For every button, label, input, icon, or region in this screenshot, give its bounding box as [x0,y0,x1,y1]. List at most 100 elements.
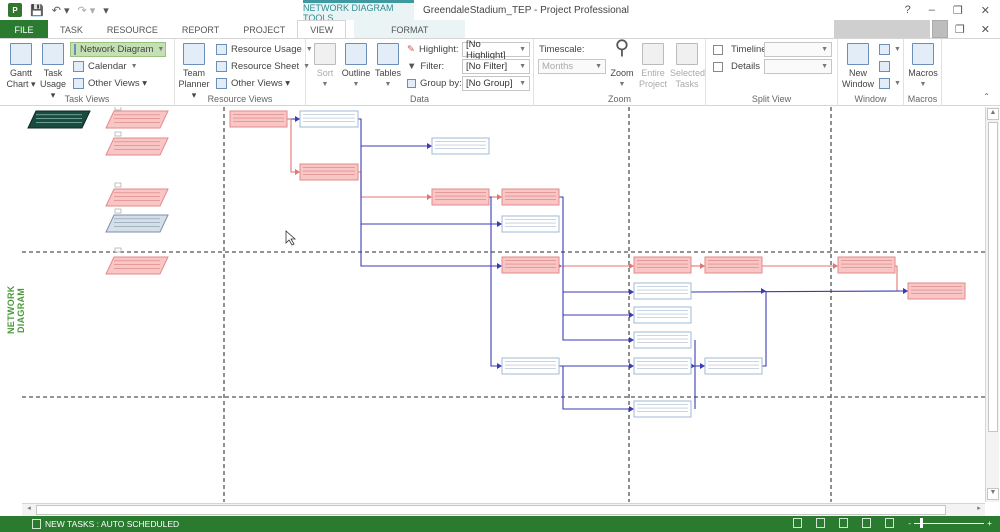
task-node[interactable] [501,256,560,274]
outline-button[interactable]: Outline ▼ [340,43,372,90]
task-node[interactable] [299,163,359,181]
undo-button[interactable]: ↶ ▾ [52,4,70,17]
task-node[interactable] [633,331,692,349]
tab-project[interactable]: PROJECT [231,20,297,39]
network-diagram-canvas[interactable] [0,107,985,502]
outline-icon [345,43,367,65]
tab-report[interactable]: REPORT [170,20,231,39]
dependency-link [489,196,502,367]
selected-tasks-button[interactable]: Selected Tasks [670,43,705,90]
collapse-toggle [114,107,122,111]
task-node[interactable] [229,110,288,128]
checkbox-icon [713,61,723,72]
sort-button[interactable]: Sort ▼ [312,43,338,90]
group-split-view: Timeline ▼ Details ▼ Split View [706,39,838,106]
zoom-in-button[interactable]: + [987,518,992,528]
details-checkbox[interactable]: Details [710,59,763,74]
tab-file[interactable]: FILE [0,20,48,39]
collapse-ribbon-icon[interactable]: ⌃ [983,92,990,101]
zoom-out-button[interactable]: - [908,518,911,528]
avatar[interactable] [932,20,948,38]
link-arrow-icon [833,263,838,269]
hide-window-button[interactable] [876,59,893,74]
macros-button[interactable]: Macros ▼ [906,43,940,90]
group-by-icon [407,79,416,88]
task-usage-shortcut-icon[interactable] [816,518,826,528]
timescale-dropdown[interactable]: Months ▼ [538,59,606,74]
customize-qat-icon[interactable]: ▾ [103,4,109,17]
task-node[interactable] [633,400,692,418]
highlight-dropdown[interactable]: [No Highlight] ▼ [462,39,530,61]
task-node[interactable] [633,357,692,375]
redo-button[interactable]: ↷ ▾ [78,4,96,17]
task-node[interactable] [837,256,896,274]
scroll-up-icon[interactable]: ▲ [987,108,999,120]
tab-task[interactable]: TASK [48,20,95,39]
switch-windows-button[interactable]: ▼ [876,76,904,91]
zoom-slider[interactable] [914,518,985,528]
entire-project-button[interactable]: Entire Project [638,43,668,90]
zoom-button[interactable]: ⚲ Zoom ▼ [608,38,636,90]
network-diagram-icon [74,44,76,55]
arrange-all-button[interactable]: ▼ [876,42,904,57]
task-node[interactable] [299,110,359,128]
team-planner-button[interactable]: Team Planner ▾ [177,43,211,101]
scroll-down-icon[interactable]: ▼ [987,488,999,500]
gantt-chart-button[interactable]: Gantt Chart ▾ [6,43,36,90]
calendar-button[interactable]: Calendar ▼ [70,59,141,74]
group-by-dropdown[interactable]: [No Group] ▼ [462,76,530,91]
task-node-box [633,400,692,418]
vertical-scroll-thumb[interactable] [988,122,998,432]
network-diagram-button[interactable]: Network Diagram ▼ [70,42,166,57]
doc-close-button[interactable]: ✕ [981,23,990,36]
tab-resource[interactable]: RESOURCE [95,20,170,39]
details-dropdown[interactable]: ▼ [764,59,832,74]
doc-restore-button[interactable]: ❐ [955,23,965,36]
filter-dropdown[interactable]: [No Filter] ▼ [462,59,530,74]
tab-format[interactable]: FORMAT [354,20,466,39]
task-node[interactable] [704,256,763,274]
account-name[interactable] [834,20,930,38]
task-node[interactable] [501,357,560,375]
task-node[interactable] [633,282,692,300]
vertical-scrollbar[interactable]: ▲ ▼ [985,107,999,502]
new-tasks-mode[interactable]: NEW TASKS : AUTO SCHEDULED [32,519,179,529]
resource-usage-icon [216,44,227,55]
task-other-views-button[interactable]: Other Views ▾ [70,76,150,91]
resource-sheet-shortcut-icon[interactable] [862,518,872,528]
task-node[interactable] [633,256,692,274]
chevron-down-icon: ▼ [519,46,526,53]
task-node[interactable] [501,215,560,233]
horizontal-scroll-thumb[interactable] [36,505,946,515]
gantt-view-shortcut-icon[interactable] [793,518,803,528]
team-planner-shortcut-icon[interactable] [839,518,849,528]
task-node[interactable] [431,137,490,155]
save-icon[interactable]: 💾 [30,4,44,17]
task-node[interactable] [431,188,490,206]
scroll-right-icon[interactable]: ▸ [973,504,985,516]
timeline-checkbox[interactable]: Timeline [710,42,770,57]
task-node[interactable] [501,188,560,206]
tables-button[interactable]: Tables ▼ [374,43,402,90]
dependency-link [562,366,634,410]
tab-view[interactable]: VIEW [297,20,347,39]
horizontal-scrollbar[interactable]: ◂ ▸ [22,503,985,516]
new-window-button[interactable]: New Window [842,43,874,90]
task-node[interactable] [907,282,966,300]
task-node-box [431,137,490,155]
task-node[interactable] [704,357,763,375]
minimize-button[interactable]: – [929,4,935,17]
timeline-dropdown[interactable]: ▼ [764,42,832,57]
task-node[interactable] [633,306,692,324]
report-shortcut-icon[interactable] [885,518,895,528]
close-button[interactable]: ✕ [981,4,990,17]
sort-icon [314,43,336,65]
scroll-left-icon[interactable]: ◂ [23,504,35,516]
resource-usage-button[interactable]: Resource Usage ▼ [213,42,316,57]
resource-other-views-button[interactable]: Other Views ▾ [213,76,293,91]
restore-button[interactable]: ❐ [953,4,963,17]
help-button[interactable]: ? [905,4,911,17]
task-usage-button[interactable]: Task Usage ▾ [38,43,68,101]
zoom-slider-knob[interactable] [920,518,924,528]
resource-sheet-button[interactable]: Resource Sheet ▼ [213,59,313,74]
